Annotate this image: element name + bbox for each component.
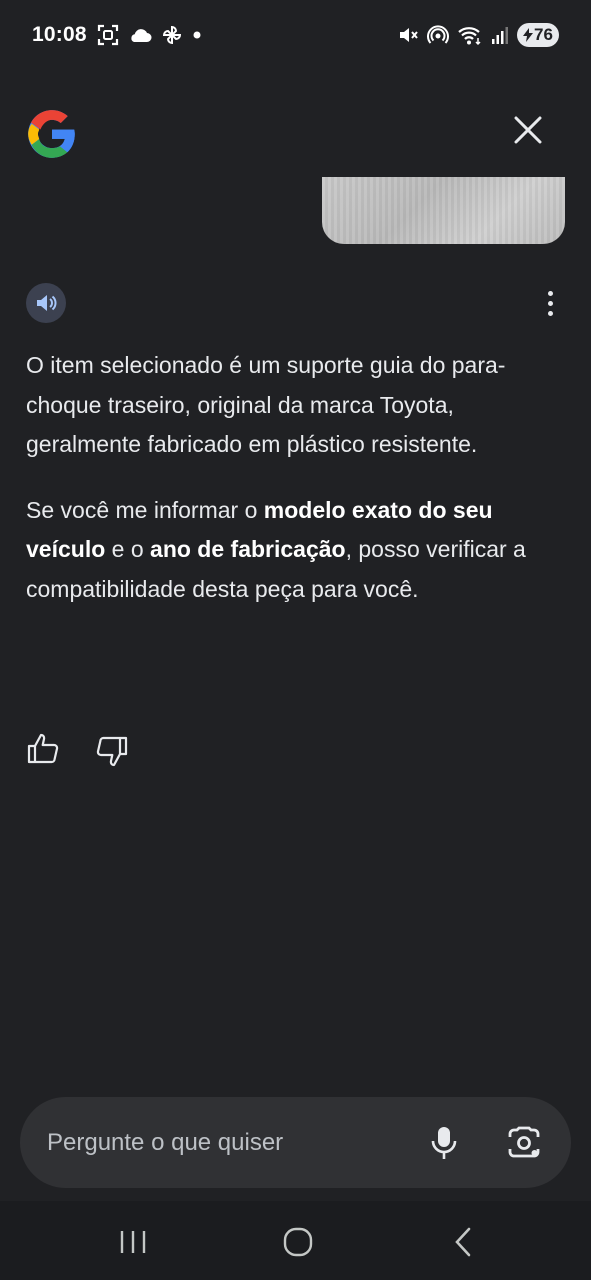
cloud-icon [128, 26, 152, 44]
thumbs-up-icon [27, 733, 59, 764]
battery-indicator: 76 [517, 23, 559, 47]
microphone-icon [431, 1126, 457, 1159]
pinwheel-icon [161, 24, 183, 46]
close-icon [514, 116, 542, 144]
status-time: 10:08 [32, 23, 87, 46]
more-vert-icon [547, 290, 553, 296]
ask-input-placeholder[interactable]: Pergunte o que quiser [47, 1129, 427, 1157]
thumbs-up-button[interactable] [26, 732, 60, 766]
signal-icon [491, 25, 509, 45]
mute-icon [397, 24, 419, 46]
dot-icon [192, 30, 202, 40]
more-options-button[interactable] [538, 283, 562, 323]
google-lens-button[interactable] [505, 1124, 543, 1162]
home-button[interactable] [282, 1226, 314, 1258]
status-bar: 10:08 76 [0, 0, 591, 70]
battery-level: 76 [534, 25, 553, 44]
read-aloud-button[interactable] [26, 283, 66, 323]
response-paragraph-1: O item selecionado é um suporte guia do … [26, 352, 506, 457]
home-icon [283, 1227, 313, 1257]
hotspot-icon [427, 24, 449, 46]
screenshot-icon [97, 24, 119, 46]
status-right-icons: 76 [397, 23, 559, 47]
recent-apps-icon [120, 1231, 146, 1253]
thumbs-down-icon [96, 736, 128, 767]
lens-camera-icon [508, 1126, 540, 1157]
ask-input-bar[interactable]: Pergunte o que quiser [20, 1097, 571, 1188]
recent-apps-button[interactable] [118, 1229, 148, 1255]
bold-manufacture-year: ano de fabricação [150, 536, 346, 562]
header [0, 100, 591, 164]
google-g-logo [28, 110, 75, 158]
close-button[interactable] [508, 110, 548, 150]
back-chevron-icon [455, 1227, 471, 1257]
status-left-icons [97, 24, 202, 46]
assistant-response: O item selecionado é um suporte guia do … [26, 346, 571, 609]
back-button[interactable] [451, 1227, 475, 1257]
speaker-icon [37, 295, 57, 311]
selected-image-thumbnail[interactable] [322, 177, 565, 244]
navigation-bar [0, 1201, 591, 1280]
voice-input-button[interactable] [427, 1123, 461, 1163]
thumbs-down-button[interactable] [95, 734, 129, 768]
google-assistant-screen: 10:08 76 O item selecionado é um suporte… [0, 0, 591, 1280]
wifi-icon [457, 24, 483, 46]
response-paragraph-2: Se você me informar o modelo exato do se… [26, 496, 526, 602]
